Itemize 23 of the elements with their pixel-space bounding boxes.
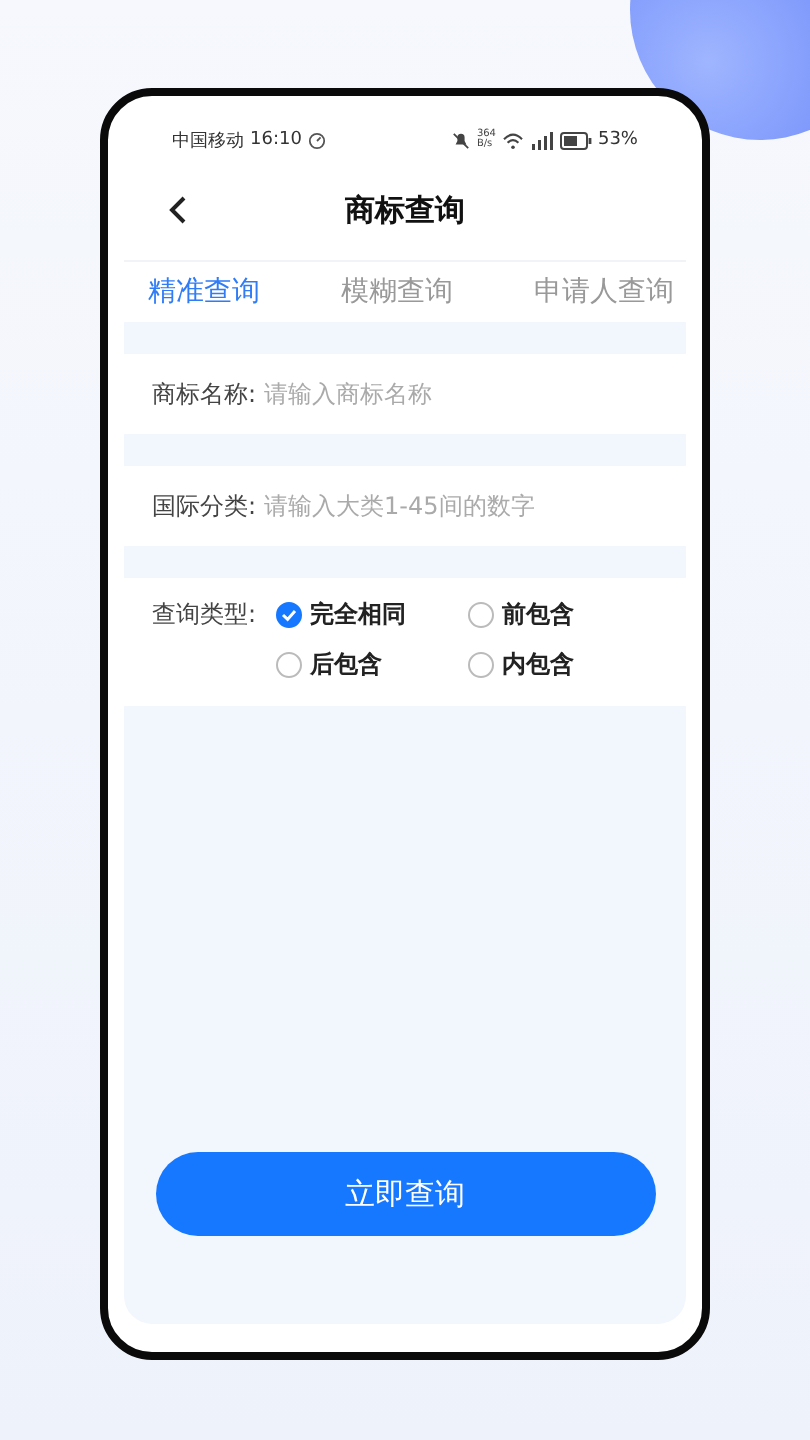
wifi-icon: [501, 131, 524, 149]
clock-time: 16:10: [250, 130, 302, 150]
radio-icon[interactable]: [468, 602, 495, 628]
field-label: 查询类型:: [152, 598, 257, 632]
submit-button[interactable]: 立即查询: [155, 1152, 655, 1236]
back-button[interactable]: [168, 194, 188, 226]
tab[interactable]: 精准查询: [148, 274, 260, 310]
option-label[interactable]: 后包含: [310, 648, 383, 682]
battery-icon: [559, 131, 592, 149]
radio-icon[interactable]: [276, 652, 303, 678]
gauge-icon: [307, 131, 326, 149]
radio-icon[interactable]: [276, 602, 303, 628]
option-label[interactable]: 内包含: [502, 648, 575, 682]
page-title: 商标查询: [345, 191, 465, 229]
radio-icon[interactable]: [468, 652, 495, 678]
option-label[interactable]: 前包含: [502, 598, 575, 632]
battery-percent: 53%: [597, 130, 638, 150]
mute-bell-icon: [452, 131, 471, 149]
field-label: 商标名称:: [152, 377, 257, 411]
signal-icon: [529, 131, 554, 149]
field-label: 国际分类:: [152, 489, 257, 523]
carrier-text: 中国移动: [172, 129, 244, 153]
option-label[interactable]: 完全相同: [310, 598, 407, 632]
